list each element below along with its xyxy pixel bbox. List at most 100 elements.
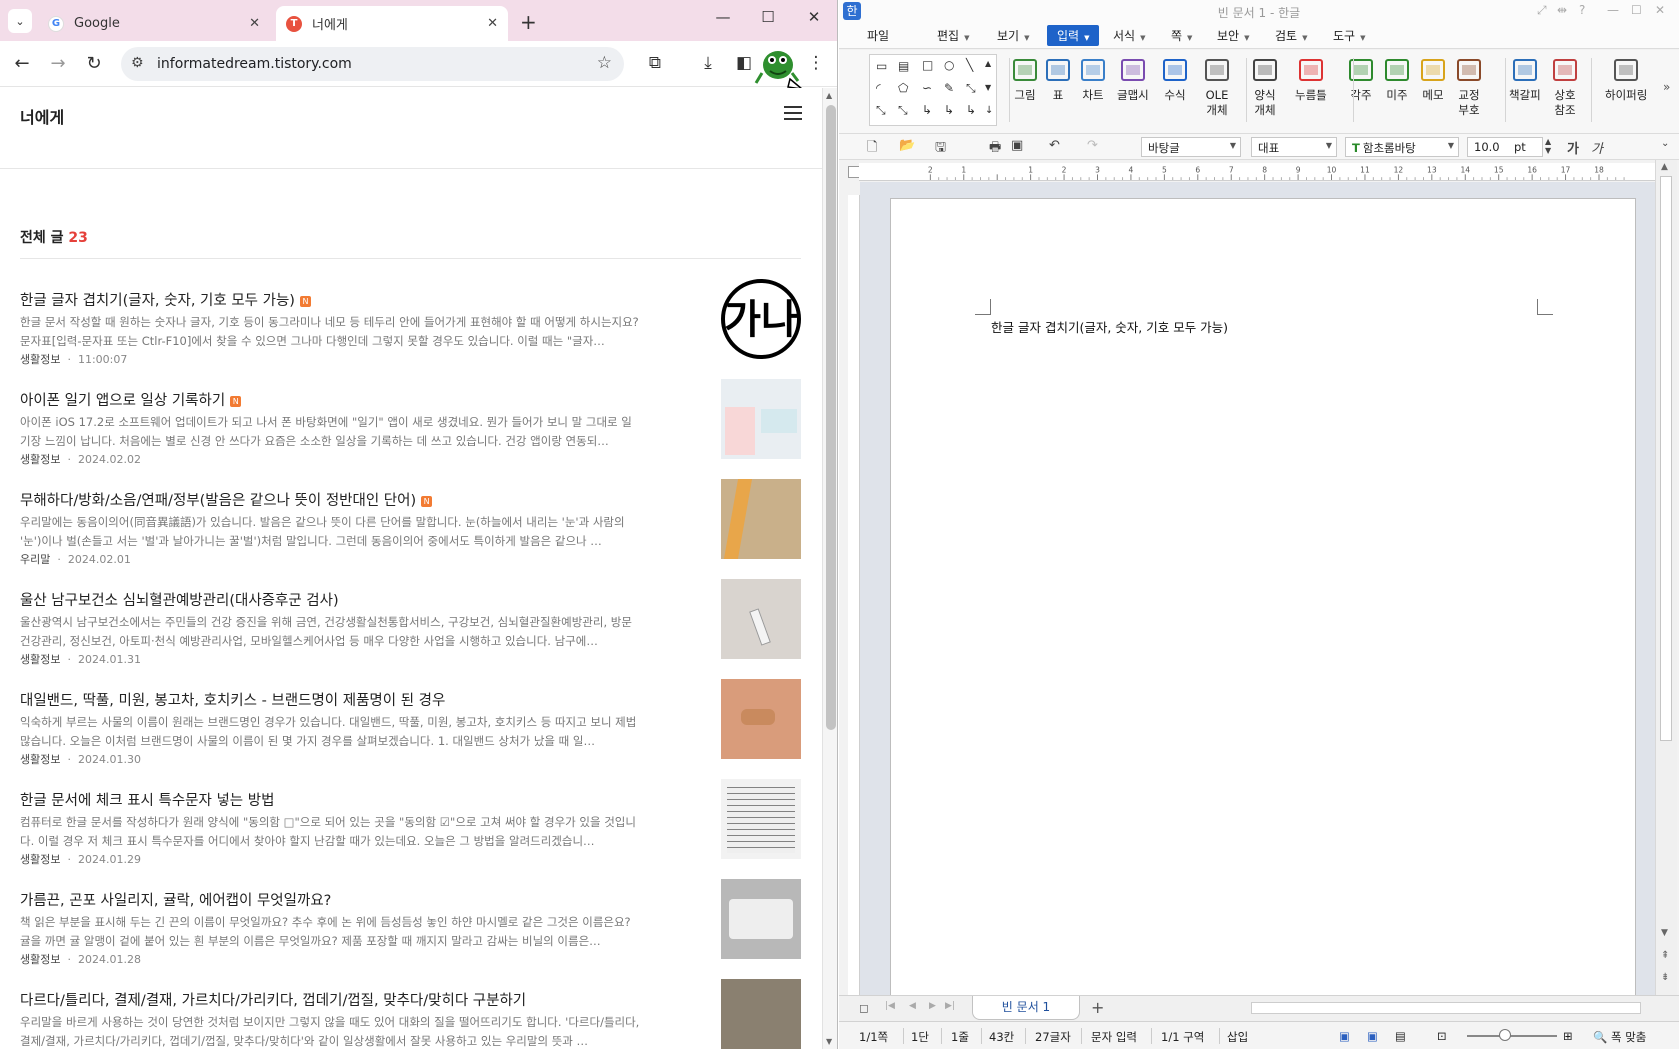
post-thumbnail[interactable]: [721, 779, 801, 859]
address-bar[interactable]: ⚙ informatedream.tistory.com ☆: [121, 47, 624, 81]
zoom-out-icon[interactable]: ⊡: [1437, 1029, 1447, 1043]
gallery-up-icon[interactable]: ▲: [985, 59, 991, 68]
scroll-down-icon[interactable]: ▼: [826, 1037, 832, 1046]
open-folder-icon[interactable]: 📂: [899, 138, 915, 153]
doc-tab[interactable]: 빈 문서 1: [972, 996, 1080, 1020]
help-icon[interactable]: ?: [1579, 3, 1585, 17]
ribbon-crossref-button[interactable]: 상호 참조: [1551, 56, 1579, 118]
post-summary[interactable]: 아이폰 iOS 17.2로 소프트웨어 업데이트가 되고 나서 폰 바탕화면에 …: [20, 413, 640, 451]
menu-format[interactable]: 서식 ▼: [1113, 27, 1145, 44]
fullscreen-icon[interactable]: ⤢: [1537, 3, 1547, 18]
arc-icon[interactable]: ◜: [876, 81, 881, 95]
minimize-icon[interactable]: —: [1607, 3, 1619, 17]
horizontal-scrollbar[interactable]: [1251, 1002, 1641, 1014]
undo-icon[interactable]: ↶: [1049, 138, 1060, 153]
ribbon-equation-button[interactable]: 수식: [1161, 56, 1189, 103]
ribbon-field-button[interactable]: 누름틀: [1295, 56, 1327, 103]
split-icon[interactable]: ⇹: [1557, 3, 1567, 17]
ribbon-endnote-button[interactable]: 미주: [1383, 56, 1411, 103]
fit-width-button[interactable]: 🔍 폭 맞춤: [1593, 1029, 1646, 1045]
connector-icon[interactable]: ↳: [944, 103, 954, 117]
post-item[interactable]: 한글 글자 겹치기(글자, 숫자, 기호 모두 가능) N 한글 문서 작성할 때 …: [20, 279, 802, 384]
maximize-icon[interactable]: ☐: [1631, 3, 1642, 17]
redo-icon[interactable]: ↷: [1087, 138, 1098, 153]
tab-google[interactable]: G Google ✕: [38, 6, 270, 41]
post-summary[interactable]: 울산광역시 남구보건소에서는 주민들의 건강 증진을 위해 금연, 건강생활실천…: [20, 613, 640, 651]
post-thumbnail[interactable]: 가나: [721, 279, 801, 359]
last-tab-icon[interactable]: ▶|: [945, 1001, 955, 1011]
zoom-slider-handle[interactable]: [1499, 1029, 1511, 1041]
browser-menu-icon[interactable]: ⋮: [804, 53, 828, 73]
ribbon-table-button[interactable]: 표: [1044, 56, 1072, 103]
add-doc-tab-icon[interactable]: +: [1091, 998, 1104, 1017]
gallery-more-icon[interactable]: ↓: [985, 105, 993, 116]
scroll-up-icon[interactable]: ▲: [1661, 162, 1668, 172]
reload-icon[interactable]: ↻: [82, 53, 106, 74]
window-close-icon[interactable]: ✕: [799, 8, 829, 26]
ribbon-expand-icon[interactable]: »: [1663, 80, 1670, 94]
next-page-icon[interactable]: ⇟: [1661, 972, 1669, 983]
tab-search-button[interactable]: ⌄: [8, 9, 32, 33]
ribbon-chart-button[interactable]: 차트: [1079, 56, 1107, 103]
ribbon-hyperlink-button[interactable]: 하이퍼링: [1605, 56, 1647, 103]
italic-icon[interactable]: 가: [1591, 138, 1603, 157]
menu-insert[interactable]: 입력 ▼: [1047, 25, 1100, 46]
horizontal-ruler[interactable]: 2 1 1 2 3 4 5 6 7 8 9 10 11 12 13 14 15 16 17 18: [859, 163, 1659, 181]
zoom-in-icon[interactable]: ⊞: [1563, 1029, 1573, 1043]
menu-file[interactable]: 파일: [867, 27, 889, 44]
bookmark-star-icon[interactable]: ☆: [597, 53, 612, 73]
post-item[interactable]: 무해하다/방화/소음/연패/정부(발음은 같으나 뜻이 정반대인 단어) N 우리말…: [20, 479, 802, 584]
size-spinner-icon[interactable]: ▲ ▼: [1545, 137, 1551, 155]
scroll-down-icon[interactable]: ▼: [1661, 928, 1668, 938]
first-tab-icon[interactable]: |◀: [885, 1001, 895, 1011]
menu-security[interactable]: 보안 ▼: [1217, 27, 1249, 44]
tab-blog[interactable]: T 너에게 ✕: [276, 6, 508, 41]
page-scrollbar[interactable]: ▲ ▼: [822, 88, 837, 1049]
save-icon[interactable]: 🖫: [935, 138, 946, 160]
post-summary[interactable]: 책 읽은 부분을 표시해 두는 긴 끈의 이름이 무엇일까요? 추수 후에 논 …: [20, 913, 640, 951]
ribbon-form-button[interactable]: 양식 개체: [1251, 56, 1279, 118]
post-thumbnail[interactable]: [721, 679, 801, 759]
gallery-down-icon[interactable]: ▼: [985, 83, 991, 92]
post-title[interactable]: 다르다/틀리다, 결제/결재, 가르치다/가리키다, 껍데기/껍질, 맞추다/맞…: [20, 989, 526, 1010]
url-text[interactable]: informatedream.tistory.com: [157, 56, 352, 72]
post-thumbnail[interactable]: [721, 979, 801, 1049]
post-category[interactable]: 생활정보: [20, 953, 60, 966]
connector-icon[interactable]: ⤡: [966, 81, 976, 96]
textbox-icon[interactable]: ▭: [876, 59, 887, 73]
close-tab-icon[interactable]: ✕: [249, 16, 260, 31]
ribbon-bookmark-button[interactable]: 책갈피: [1509, 56, 1541, 103]
document-scrollbar[interactable]: ▲ ▼ ⇞ ⇟: [1655, 160, 1677, 995]
post-title[interactable]: 아이폰 일기 앱으로 일상 기록하기 N: [20, 389, 242, 410]
document-page[interactable]: 한글 글자 겹치기(글자, 숫자, 기호 모두 가능): [890, 198, 1636, 995]
status-mode[interactable]: 문자 입력: [1091, 1029, 1137, 1045]
post-title[interactable]: 대일밴드, 딱풀, 미원, 봉고차, 호치키스 - 브랜드명이 제품명이 된 경…: [20, 689, 445, 710]
post-item[interactable]: 가름끈, 곤포 사일리지, 귤락, 에어캡이 무엇일까요? 책 읽은 부분을 표시…: [20, 879, 802, 984]
download-icon[interactable]: ⤓: [696, 53, 720, 73]
ribbon-ole-button[interactable]: OLE 개체: [1203, 56, 1231, 118]
connector-icon[interactable]: ↳: [966, 103, 976, 117]
style-select[interactable]: 바탕글 ▼: [1141, 137, 1241, 157]
post-title[interactable]: 한글 글자 겹치기(글자, 숫자, 기호 모두 가능) N: [20, 289, 311, 310]
post-item[interactable]: 대일밴드, 딱풀, 미원, 봉고차, 호치키스 - 브랜드명이 제품명이 된 경…: [20, 679, 802, 784]
status-insert[interactable]: 삽입: [1227, 1029, 1248, 1045]
blog-title[interactable]: 너에게: [20, 104, 64, 128]
scroll-up-icon[interactable]: ▲: [826, 91, 832, 100]
post-item[interactable]: 아이폰 일기 앱으로 일상 기록하기 N 아이폰 iOS 17.2로 소프트웨어 업…: [20, 379, 802, 484]
prev-tab-icon[interactable]: ◀: [909, 1001, 916, 1011]
post-thumbnail[interactable]: [721, 379, 801, 459]
bold-icon[interactable]: 가: [1567, 138, 1579, 157]
ellipse-icon[interactable]: ○: [944, 58, 954, 72]
vtextbox-icon[interactable]: ▤: [898, 59, 909, 73]
new-tab-button[interactable]: +: [520, 10, 537, 34]
post-thumbnail[interactable]: [721, 479, 801, 559]
new-document-icon[interactable]: 🗋: [867, 138, 877, 160]
print-icon[interactable]: 🖶: [989, 138, 1001, 160]
view-normal-icon[interactable]: ▣: [1339, 1029, 1350, 1043]
post-category[interactable]: 생활정보: [20, 753, 60, 766]
connector-icon[interactable]: ↳: [922, 103, 932, 117]
document-area[interactable]: 한글 글자 겹치기(글자, 숫자, 기호 모두 가능): [860, 182, 1655, 995]
post-title[interactable]: 무해하다/방화/소음/연패/정부(발음은 같으나 뜻이 정반대인 단어) N: [20, 489, 433, 510]
post-summary[interactable]: 익숙하게 부르는 사물의 이름이 원래는 브랜드명인 경우가 있습니다. 대일밴…: [20, 713, 640, 751]
view-page-icon[interactable]: ▤: [1395, 1029, 1406, 1043]
